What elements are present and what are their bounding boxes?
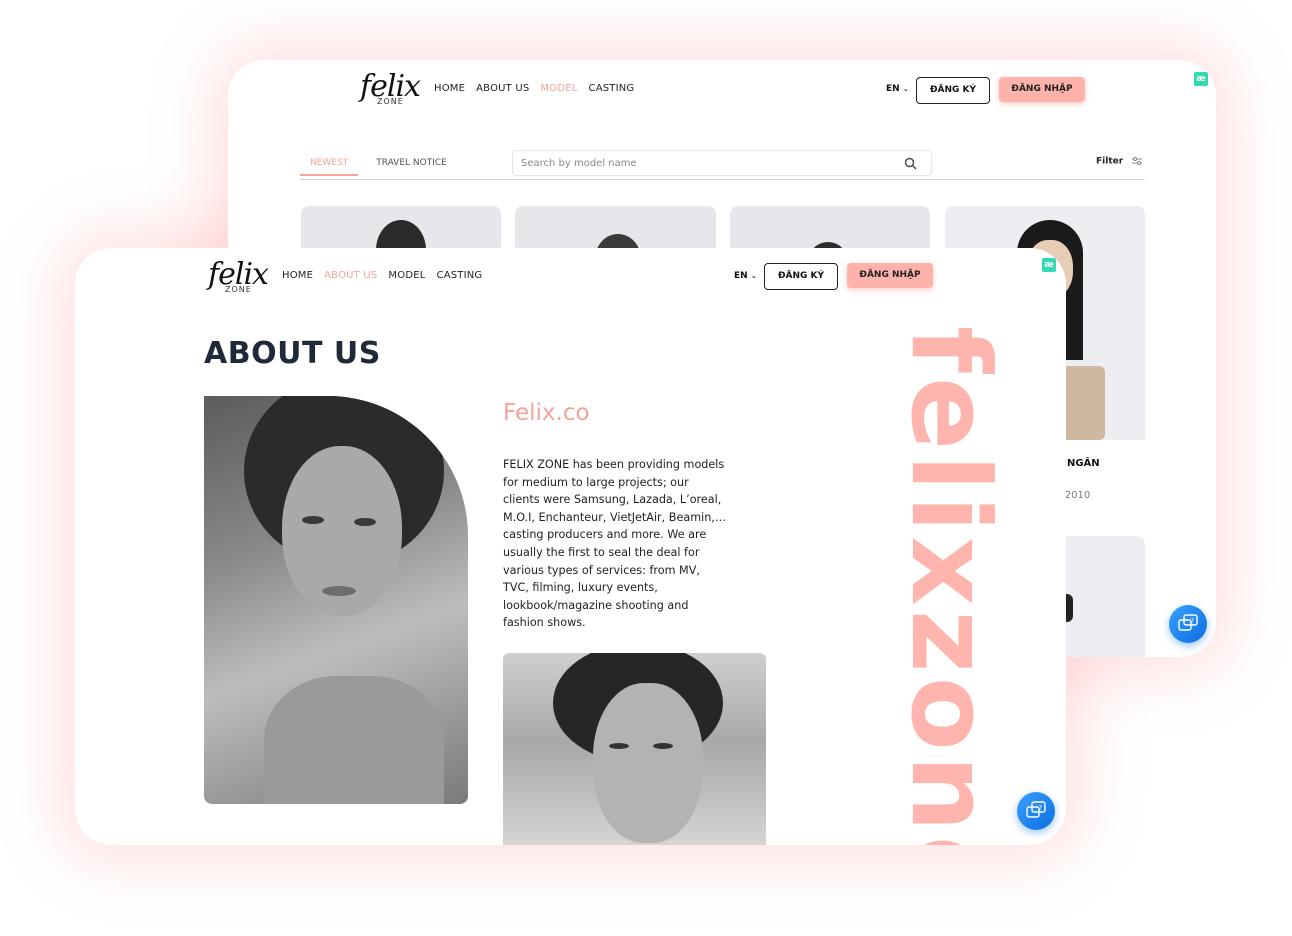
search-icon[interactable]: [904, 157, 917, 170]
chat-help-icon: ?: [1178, 614, 1198, 631]
about-description: FELIX ZONE has been providing models for…: [503, 458, 727, 630]
chat-help-icon: ?: [1026, 801, 1046, 818]
tab-travel-notice[interactable]: TRAVEL NOTICE: [376, 158, 447, 176]
svg-text:?: ?: [1039, 804, 1043, 812]
language-select[interactable]: EN ⌄: [734, 271, 757, 281]
chat-help-button[interactable]: ?: [1169, 605, 1207, 643]
logo-sub: ZONE: [377, 97, 404, 106]
search-input[interactable]: Search by model name: [512, 150, 932, 176]
nav-about-us[interactable]: ABOUT US: [476, 83, 529, 94]
chat-help-button[interactable]: ?: [1017, 792, 1055, 830]
felix-zone-logo[interactable]: felix ZONE: [208, 260, 269, 295]
tabs-divider: [300, 179, 1145, 180]
portrait-photo-rect: [503, 653, 766, 845]
filter-label: Filter: [1096, 156, 1124, 167]
ae-extension-icon[interactable]: æ: [1042, 258, 1056, 272]
logo-sub: ZONE: [225, 285, 252, 294]
ae-extension-icon[interactable]: æ: [1194, 72, 1208, 86]
chevron-down-icon: ⌄: [750, 272, 757, 280]
nav-home[interactable]: HOME: [434, 83, 465, 94]
model-tabs: NEWEST TRAVEL NOTICE: [300, 158, 447, 176]
nav-casting[interactable]: CASTING: [437, 270, 483, 281]
sliders-icon: [1132, 157, 1143, 165]
search-placeholder: Search by model name: [521, 158, 637, 169]
page-title: ABOUT US: [204, 336, 381, 371]
main-nav: HOME ABOUT US MODEL CASTING: [282, 270, 482, 281]
login-button[interactable]: ĐĂNG NHẬP: [847, 263, 933, 288]
chevron-down-icon: ⌄: [902, 85, 909, 93]
nav-model[interactable]: MODEL: [540, 83, 577, 94]
tab-newest[interactable]: NEWEST: [300, 158, 359, 176]
nav-about-us[interactable]: ABOUT US: [324, 270, 377, 281]
felix-zone-logo[interactable]: felix ZONE: [360, 72, 421, 107]
nav-home[interactable]: HOME: [282, 270, 313, 281]
vertical-brand-word: felixzone: [887, 326, 1012, 845]
main-nav: HOME ABOUT US MODEL CASTING: [434, 83, 634, 94]
language-label: EN: [886, 84, 900, 94]
portrait-photo-arch: [204, 396, 468, 804]
brand-heading: Felix.co: [503, 400, 590, 426]
register-button[interactable]: ĐĂNG KÝ: [764, 263, 838, 290]
language-label: EN: [734, 271, 748, 281]
register-button[interactable]: ĐĂNG KÝ: [916, 77, 990, 104]
login-button[interactable]: ĐĂNG NHẬP: [999, 77, 1085, 102]
nav-casting[interactable]: CASTING: [589, 83, 635, 94]
about-page-window: felix ZONE HOME ABOUT US MODEL CASTING E…: [75, 248, 1066, 845]
nav-model[interactable]: MODEL: [388, 270, 425, 281]
filter-button[interactable]: Filter: [1096, 156, 1143, 167]
language-select[interactable]: EN ⌄: [886, 84, 909, 94]
svg-text:?: ?: [1191, 617, 1195, 625]
